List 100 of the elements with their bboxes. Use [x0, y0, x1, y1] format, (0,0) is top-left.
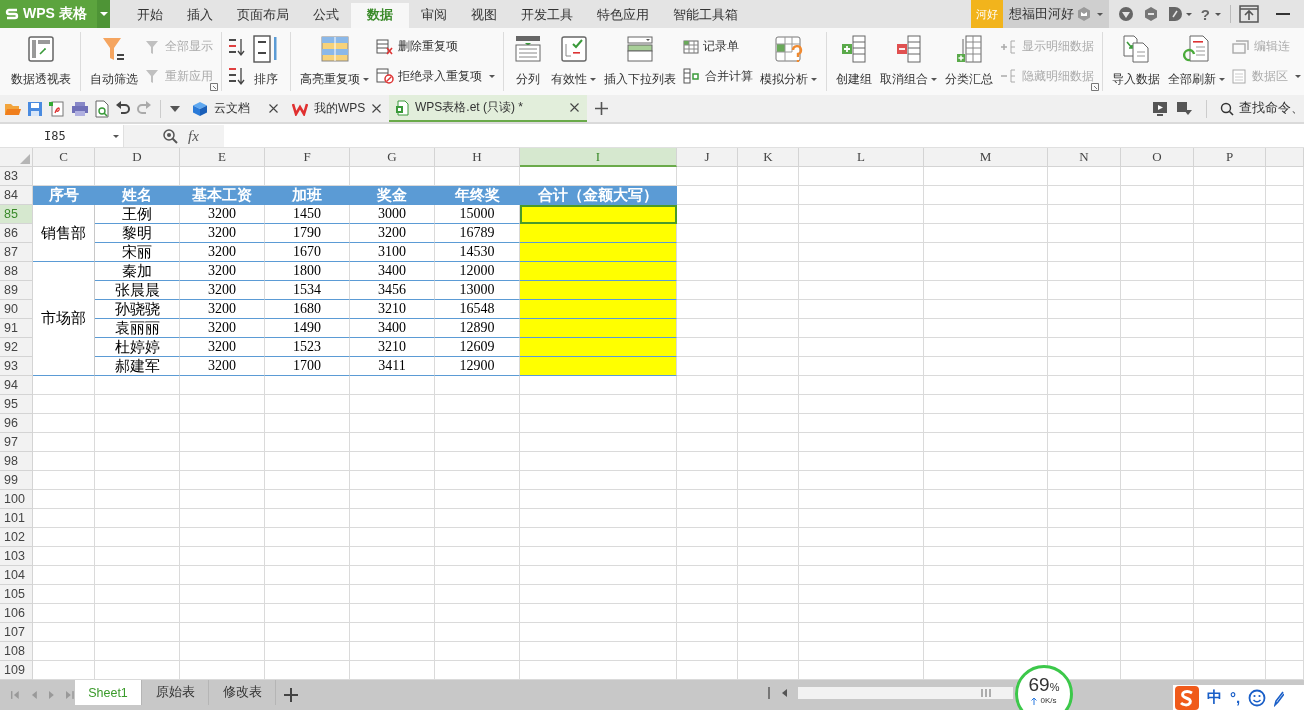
print-preview-icon[interactable] — [94, 99, 110, 118]
ribbon-button[interactable]: 插入下拉列表 — [601, 32, 679, 91]
column-header[interactable]: P — [1194, 148, 1266, 167]
app-menu-button[interactable] — [97, 0, 110, 28]
row-header[interactable]: 89 — [0, 281, 33, 300]
ime-logo-icon[interactable] — [1175, 685, 1199, 710]
menu-tab[interactable]: 智能工具箱 — [661, 3, 750, 28]
row-header[interactable]: 92 — [0, 338, 33, 357]
scroll-left-icon[interactable] — [780, 687, 788, 698]
ribbon-button[interactable]: 排序 — [248, 32, 284, 91]
ribbon-button[interactable]: 有效性 — [548, 32, 599, 91]
close-icon[interactable] — [372, 104, 381, 113]
ribbon-button[interactable]: 合并计算 — [683, 67, 753, 85]
sheet-tab[interactable]: 修改表 — [209, 680, 276, 705]
dialog-launcher-icon[interactable] — [210, 83, 218, 91]
dialog-launcher-icon[interactable] — [1091, 83, 1099, 91]
column-header[interactable]: I — [520, 148, 677, 167]
highlighted-cell[interactable] — [520, 243, 677, 262]
column-header[interactable]: M — [924, 148, 1048, 167]
ime-option[interactable]: 中 — [1207, 688, 1222, 707]
user-menu[interactable]: 想福田河好 — [1002, 0, 1109, 28]
document-tab[interactable]: WPS表格.et (只读) * — [389, 95, 587, 122]
document-tab[interactable]: 我的WPS — [286, 95, 389, 122]
print-icon[interactable] — [71, 100, 89, 117]
row-header[interactable]: 100 — [0, 490, 33, 509]
horizontal-scrollbar[interactable] — [798, 686, 1013, 699]
row-header[interactable]: 108 — [0, 642, 33, 661]
ribbon-button[interactable]: 导入数据 — [1109, 32, 1163, 91]
menu-tab[interactable]: 数据 — [351, 3, 409, 28]
monitor-icon[interactable] — [1153, 101, 1167, 116]
smiley-icon[interactable] — [1248, 688, 1267, 707]
column-header[interactable]: N — [1048, 148, 1121, 167]
highlighted-cell[interactable] — [520, 357, 677, 376]
menu-tab[interactable]: 插入 — [175, 3, 225, 28]
add-sheet-icon[interactable] — [284, 688, 298, 702]
highlighted-cell[interactable] — [520, 281, 677, 300]
row-header[interactable]: 94 — [0, 376, 33, 395]
undo-icon[interactable] — [115, 100, 131, 117]
row-header[interactable]: 84 — [0, 186, 33, 205]
sheet-tab[interactable]: 原始表 — [142, 680, 209, 705]
row-header[interactable]: 86 — [0, 224, 33, 243]
active-cell[interactable] — [520, 205, 677, 224]
menu-tab[interactable]: 公式 — [301, 3, 351, 28]
ime-option[interactable]: °, — [1230, 689, 1241, 706]
dropdown-icon[interactable] — [169, 104, 181, 113]
ribbon-button[interactable]: 分类汇总 — [942, 32, 996, 91]
network-speed-widget[interactable]: 69% 0K/s — [1015, 665, 1073, 710]
menu-tab[interactable]: 视图 — [459, 3, 509, 28]
column-header[interactable]: O — [1121, 148, 1194, 167]
new-tab-icon[interactable] — [595, 102, 608, 115]
close-icon[interactable] — [269, 104, 278, 113]
help-button[interactable]: ? — [1200, 5, 1221, 23]
column-header[interactable]: H — [435, 148, 520, 167]
redo-icon[interactable] — [136, 100, 152, 117]
ribbon-button[interactable]: 取消组合 — [877, 32, 940, 91]
zoom-icon[interactable] — [162, 128, 178, 144]
save-icon[interactable] — [27, 100, 43, 117]
ribbon-button[interactable]: 删除重复项 — [376, 38, 495, 56]
row-header[interactable]: 107 — [0, 623, 33, 642]
column-header[interactable]: G — [350, 148, 435, 167]
sort-descending-icon[interactable] — [228, 66, 246, 87]
column-header[interactable]: K — [738, 148, 799, 167]
column-header[interactable]: L — [799, 148, 924, 167]
ribbon-button[interactable]: 分列 — [510, 32, 546, 91]
export-pdf-icon[interactable] — [48, 99, 66, 118]
column-header[interactable]: D — [95, 148, 180, 167]
ribbon-button[interactable]: 模拟分析 — [757, 32, 820, 91]
row-header[interactable]: 96 — [0, 414, 33, 433]
highlighted-cell[interactable] — [520, 224, 677, 243]
upload-icon[interactable] — [1230, 5, 1259, 23]
minimize-icon[interactable] — [1276, 12, 1290, 16]
menu-tab[interactable]: 特色应用 — [585, 3, 661, 28]
column-header[interactable]: F — [265, 148, 350, 167]
row-header[interactable]: 91 — [0, 319, 33, 338]
row-header[interactable]: 83 — [0, 167, 33, 186]
menu-tab[interactable]: 开始 — [125, 3, 175, 28]
row-header[interactable]: 98 — [0, 452, 33, 471]
sort-ascending-icon[interactable] — [228, 36, 246, 57]
row-header[interactable]: 102 — [0, 528, 33, 547]
column-header[interactable]: C — [33, 148, 95, 167]
menu-tab[interactable]: 开发工具 — [509, 3, 585, 28]
highlighted-cell[interactable] — [520, 300, 677, 319]
highlighted-cell[interactable] — [520, 262, 677, 281]
highlighted-cell[interactable] — [520, 319, 677, 338]
ribbon-button[interactable]: 拒绝录入重复项 — [376, 67, 495, 85]
row-header[interactable]: 93 — [0, 357, 33, 376]
collapse-icon[interactable] — [1177, 101, 1193, 116]
ribbon-button[interactable]: 自动筛选 — [87, 32, 141, 91]
ribbon-button[interactable]: 记录单 — [683, 38, 753, 56]
column-header[interactable]: J — [677, 148, 738, 167]
row-header[interactable]: 88 — [0, 262, 33, 281]
close-icon[interactable] — [570, 103, 579, 112]
row-header[interactable]: 95 — [0, 395, 33, 414]
highlighted-cell[interactable] — [520, 338, 677, 357]
ribbon-button[interactable]: 高亮重复项 — [297, 32, 372, 91]
row-header[interactable]: 97 — [0, 433, 33, 452]
skin-button[interactable] — [1167, 6, 1192, 22]
row-header[interactable]: 90 — [0, 300, 33, 319]
row-header[interactable]: 106 — [0, 604, 33, 623]
menu-tab[interactable]: 页面布局 — [225, 3, 301, 28]
